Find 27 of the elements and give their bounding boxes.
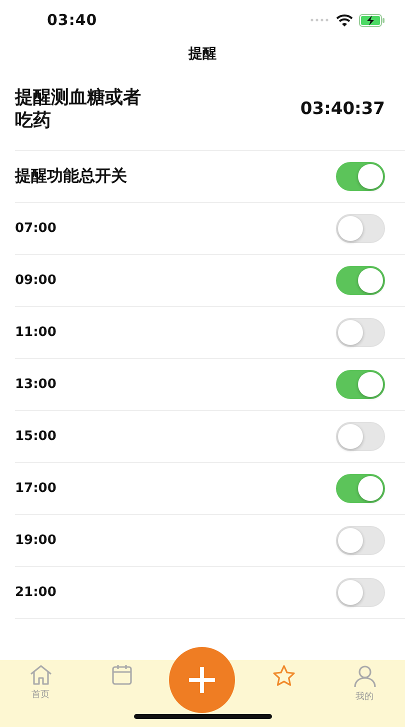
home-icon — [28, 664, 52, 686]
toggle-switch[interactable] — [336, 474, 385, 503]
master-switch-label: 提醒功能总开关 — [15, 166, 127, 187]
calendar-icon — [110, 664, 132, 686]
tab-item[interactable]: 首页 — [0, 664, 81, 704]
reminder-message: 提醒测血糖或者吃药 — [15, 86, 142, 132]
reminder-time: 09:00 — [15, 273, 56, 288]
star-icon — [272, 664, 296, 687]
toggle-switch[interactable] — [336, 266, 385, 295]
battery-icon — [359, 14, 385, 26]
reminder-time: 13:00 — [15, 377, 56, 392]
page-title: 提醒 — [188, 45, 216, 63]
tab-item[interactable]: 我的 — [324, 664, 405, 704]
reminder-time: 11:00 — [15, 325, 56, 340]
reminder-time: 15:00 — [15, 429, 56, 444]
wifi-icon — [336, 14, 353, 26]
plus-icon — [189, 667, 215, 693]
toggle-switch[interactable] — [336, 370, 385, 399]
reminder-time: 21:00 — [15, 585, 56, 600]
person-icon — [352, 664, 376, 688]
reminder-time: 19:00 — [15, 533, 56, 548]
reminder-time: 17:00 — [15, 481, 56, 496]
toggle-switch[interactable] — [336, 162, 385, 191]
current-time: 03:40:37 — [300, 99, 385, 119]
status-time: 03:40 — [47, 11, 98, 29]
reminder-time: 07:00 — [15, 221, 56, 236]
signal-icon — [310, 17, 330, 23]
